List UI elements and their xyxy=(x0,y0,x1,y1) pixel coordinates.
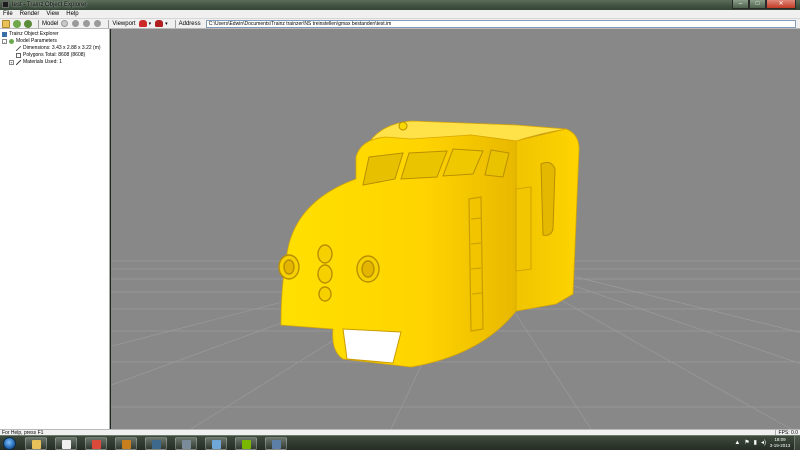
taskbar-app-chrome[interactable] xyxy=(85,437,107,450)
volume-icon[interactable]: ◂) xyxy=(761,440,766,447)
explorer-icon xyxy=(2,32,7,37)
tree-item-label: Materials Used: 1 xyxy=(23,59,62,65)
start-button[interactable] xyxy=(3,437,16,450)
brush-icon xyxy=(16,60,21,65)
open-icon[interactable] xyxy=(2,19,10,28)
address-field[interactable]: C:\Users\Edwin\Documents\Trainz trainzer… xyxy=(205,19,796,28)
grey-icon[interactable] xyxy=(83,20,91,27)
object-tree: Trainz Object Explorer - Model Parameter… xyxy=(0,29,110,429)
menu-bar: File Render View Help xyxy=(0,10,800,18)
system-tray: ▲ ⚑ ▮ ◂) xyxy=(734,440,766,447)
spotify-icon xyxy=(242,440,251,449)
clock[interactable]: 18:09 3-19-2013 xyxy=(768,437,792,449)
tree-item-polygons[interactable]: Polygons Total: 8608 (8608) xyxy=(0,52,109,59)
viewport-label: Viewport xyxy=(112,20,136,27)
tree-item-model-parameters[interactable]: - Model Parameters xyxy=(0,38,109,45)
action-center-icon[interactable]: ⚑ xyxy=(744,440,749,447)
app-icon xyxy=(2,1,9,8)
app-5-icon xyxy=(152,440,161,449)
model-label: Model xyxy=(42,20,59,27)
address-label: Address xyxy=(178,20,201,27)
window-controls: – □ ✕ xyxy=(732,0,796,9)
toolbar-separator xyxy=(174,19,176,28)
show-desktop-button[interactable] xyxy=(794,436,800,450)
locomotive-cab-model xyxy=(278,120,580,368)
model-icon xyxy=(9,39,14,44)
tree-root[interactable]: Trainz Object Explorer xyxy=(0,31,109,38)
chevron-down-icon[interactable]: ▾ xyxy=(165,21,168,27)
file-explorer-icon xyxy=(32,440,41,449)
collapse-toggle[interactable]: - xyxy=(2,39,7,44)
taskbar-app-trainz-object-explorer[interactable] xyxy=(265,437,287,450)
media-player-icon xyxy=(62,440,71,449)
tree-item-materials[interactable]: + Materials Used: 1 xyxy=(0,59,109,66)
grey-icon[interactable] xyxy=(72,20,80,27)
menu-render[interactable]: Render xyxy=(20,10,40,18)
back-icon[interactable] xyxy=(13,19,21,28)
close-button[interactable]: ✕ xyxy=(766,0,796,9)
menu-file[interactable]: File xyxy=(3,10,13,18)
chrome-icon xyxy=(92,440,101,449)
network-icon[interactable]: ▮ xyxy=(754,440,757,447)
title-bar: test - Trainz Object Explorer – □ ✕ xyxy=(0,0,800,10)
grey-icon[interactable] xyxy=(94,20,102,27)
tree-root-label: Trainz Object Explorer xyxy=(9,31,59,37)
tray-expand-icon[interactable]: ▲ xyxy=(734,440,740,447)
toolbar: Model Viewport ▾ ▾ Address C:\Users\Edwi… xyxy=(0,18,800,29)
tree-item-label: Dimensions: 3.43 x 2.88 x 3.22 (m) xyxy=(23,45,101,51)
taskbar-app-file-explorer[interactable] xyxy=(25,437,47,450)
app-6-icon xyxy=(182,440,191,449)
taskbar-app-spotify[interactable] xyxy=(235,437,257,450)
render-mode-icon[interactable] xyxy=(155,20,164,27)
render-viewport[interactable] xyxy=(111,29,800,429)
trainz-icon xyxy=(122,440,131,449)
maximize-button[interactable]: □ xyxy=(749,0,766,9)
expand-toggle[interactable]: + xyxy=(9,60,14,65)
taskbar: ▲ ⚑ ▮ ◂) 18:09 3-19-2013 xyxy=(0,435,800,450)
taskbar-app-app-6[interactable] xyxy=(175,437,197,450)
ruler-icon xyxy=(16,46,21,51)
menu-view[interactable]: View xyxy=(46,10,59,18)
taskbar-app-app-7[interactable] xyxy=(205,437,227,450)
forward-icon[interactable] xyxy=(24,19,32,28)
taskbar-app-trainz[interactable] xyxy=(115,437,137,450)
toolbar-separator xyxy=(38,19,39,28)
polygon-icon xyxy=(16,53,21,58)
trainz-object-explorer-icon xyxy=(272,440,281,449)
render-icon[interactable] xyxy=(138,20,147,27)
menu-help[interactable]: Help xyxy=(66,10,78,18)
tree-item-label: Model Parameters xyxy=(16,38,57,44)
window-title: test - Trainz Object Explorer xyxy=(12,2,87,8)
viewport-canvas[interactable] xyxy=(111,29,800,429)
clock-date: 3-19-2013 xyxy=(769,443,791,448)
minimize-button[interactable]: – xyxy=(732,0,749,9)
toolbar-separator xyxy=(108,19,110,28)
taskbar-app-app-5[interactable] xyxy=(145,437,167,450)
light-icon[interactable] xyxy=(61,20,69,27)
tree-item-label: Polygons Total: 8608 (8608) xyxy=(23,52,86,58)
tree-item-dimensions[interactable]: Dimensions: 3.43 x 2.88 x 3.22 (m) xyxy=(0,45,109,52)
app-7-icon xyxy=(212,440,221,449)
chevron-down-icon[interactable]: ▾ xyxy=(149,21,152,27)
taskbar-app-media-player[interactable] xyxy=(55,437,77,450)
